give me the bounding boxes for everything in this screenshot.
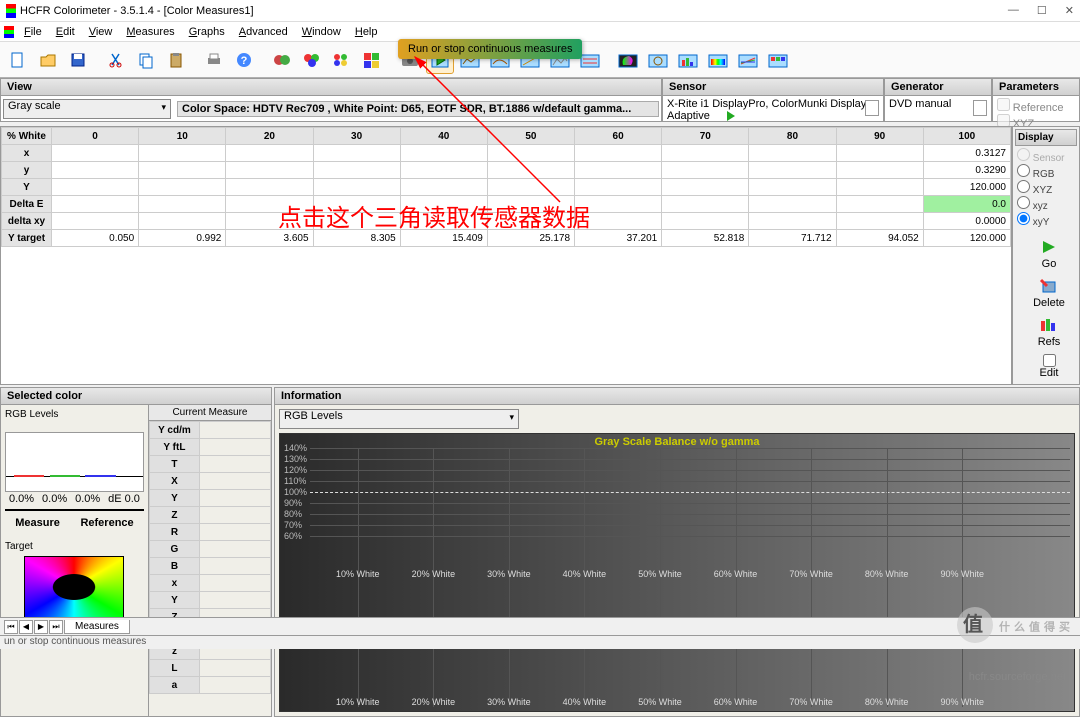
display-opt-xyz[interactable]: XYZ: [1015, 180, 1077, 196]
view-mode-select[interactable]: Gray scale: [3, 99, 171, 119]
current-measure-title: Current Measure: [149, 405, 271, 421]
tb-graph-bars[interactable]: [674, 46, 702, 74]
sensor-config-button[interactable]: [865, 100, 879, 116]
colorspace-label[interactable]: Color Space: HDTV Rec709 , White Point: …: [177, 101, 659, 117]
app-icon: [6, 4, 16, 18]
generator-config-button[interactable]: [973, 100, 987, 116]
sensor-mode: Adaptive: [667, 110, 710, 122]
measure-grid[interactable]: % White0102030405060708090100x0.3127y0.3…: [0, 126, 1012, 385]
window-title: HCFR Colorimeter - 3.5.1.4 - [Color Meas…: [20, 5, 254, 17]
tb-new[interactable]: [4, 46, 32, 74]
tb-paste[interactable]: [162, 46, 190, 74]
sensor-name: X-Rite i1 DisplayPro, ColorMunki Display: [667, 98, 866, 110]
generator-name: DVD manual: [889, 98, 951, 110]
toolbar: Run or stop continuous measures ?: [0, 42, 1080, 78]
display-opt-sensor[interactable]: Sensor: [1015, 148, 1077, 164]
pct-de: dE 0.0: [108, 493, 140, 505]
information-title: Information: [274, 387, 1080, 405]
selected-color-title: Selected color: [0, 387, 272, 405]
pct-g: 0.0%: [42, 493, 67, 505]
refs-button[interactable]: Refs: [1015, 312, 1080, 351]
tb-sensor[interactable]: [268, 46, 296, 74]
edit-button[interactable]: Edit: [1015, 351, 1080, 382]
display-pane-title: Display: [1015, 129, 1077, 146]
display-opt-xyz[interactable]: xyz: [1015, 196, 1077, 212]
tab-first[interactable]: ⏮: [4, 620, 18, 634]
tb-grid[interactable]: [358, 46, 386, 74]
statusbar: un or stop continuous measures: [0, 635, 1080, 649]
param-reference[interactable]: Reference: [997, 98, 1075, 114]
sensor-play-icon: [727, 111, 735, 121]
tb-palette[interactable]: [328, 46, 356, 74]
tab-next[interactable]: ▶: [34, 620, 48, 634]
menu-file[interactable]: File: [18, 24, 48, 40]
tab-prev[interactable]: ◀: [19, 620, 33, 634]
menu-view[interactable]: View: [83, 24, 119, 40]
tb-save[interactable]: [64, 46, 92, 74]
tb-graph-lines[interactable]: [734, 46, 762, 74]
sheet-tabs: ⏮ ◀ ▶ ⏭ Measures: [0, 617, 1080, 635]
doc-icon: [4, 26, 14, 38]
sensor-pane-title: Sensor: [662, 78, 884, 96]
close-button[interactable]: ✕: [1065, 4, 1074, 17]
target-diagram: [24, 556, 124, 618]
tb-pattern[interactable]: [764, 46, 792, 74]
tb-cie-1[interactable]: [614, 46, 642, 74]
parameters-pane-title: Parameters: [992, 78, 1080, 96]
menu-measures[interactable]: Measures: [120, 24, 180, 40]
titlebar: HCFR Colorimeter - 3.5.1.4 - [Color Meas…: [0, 0, 1080, 22]
tb-copy[interactable]: [132, 46, 160, 74]
generator-pane-title: Generator: [884, 78, 992, 96]
menu-help[interactable]: Help: [349, 24, 384, 40]
menu-advanced[interactable]: Advanced: [233, 24, 294, 40]
menu-window[interactable]: Window: [296, 24, 347, 40]
grayscale-chart: Gray Scale Balance w/o gamma 140%130%120…: [279, 433, 1075, 712]
measure-label: Measure: [15, 517, 60, 529]
reference-label: Reference: [80, 517, 133, 529]
menu-edit[interactable]: Edit: [50, 24, 81, 40]
go-button[interactable]: Go: [1015, 234, 1080, 273]
tb-open[interactable]: [34, 46, 62, 74]
pct-b: 0.0%: [75, 493, 100, 505]
maximize-button[interactable]: ☐: [1037, 4, 1047, 17]
minimize-button[interactable]: —: [1008, 4, 1019, 17]
tb-help[interactable]: ?: [230, 46, 258, 74]
display-opt-rgb[interactable]: RGB: [1015, 164, 1077, 180]
rgb-levels-label: RGB Levels: [5, 409, 144, 420]
chart-watermark: hcfr.sourceforge.net: [969, 671, 1066, 683]
chart-title: Gray Scale Balance w/o gamma: [594, 436, 759, 448]
tb-cie-2[interactable]: [644, 46, 672, 74]
view-pane-title: View: [0, 78, 662, 96]
tb-rgb-balls[interactable]: [298, 46, 326, 74]
target-label: Target: [5, 541, 144, 552]
tb-graph-spectrum[interactable]: [704, 46, 732, 74]
tooltip: Run or stop continuous measures: [398, 39, 582, 59]
svg-text:?: ?: [241, 55, 248, 67]
delete-button[interactable]: Delete: [1015, 273, 1080, 312]
info-dropdown[interactable]: RGB Levels: [279, 409, 519, 429]
display-opt-xyy[interactable]: xyY: [1015, 212, 1077, 228]
current-measure-table: Y cd/mY ftLTXYZRGBxYZyzLa: [149, 421, 271, 694]
pct-r: 0.0%: [9, 493, 34, 505]
tb-print[interactable]: [200, 46, 228, 74]
tab-measures[interactable]: Measures: [64, 620, 130, 634]
tab-last[interactable]: ⏭: [49, 620, 63, 634]
tb-cut[interactable]: [102, 46, 130, 74]
rgb-levels-chart: [5, 432, 144, 492]
menu-graphs[interactable]: Graphs: [183, 24, 231, 40]
page-watermark: 值什么值得买: [957, 607, 1074, 643]
